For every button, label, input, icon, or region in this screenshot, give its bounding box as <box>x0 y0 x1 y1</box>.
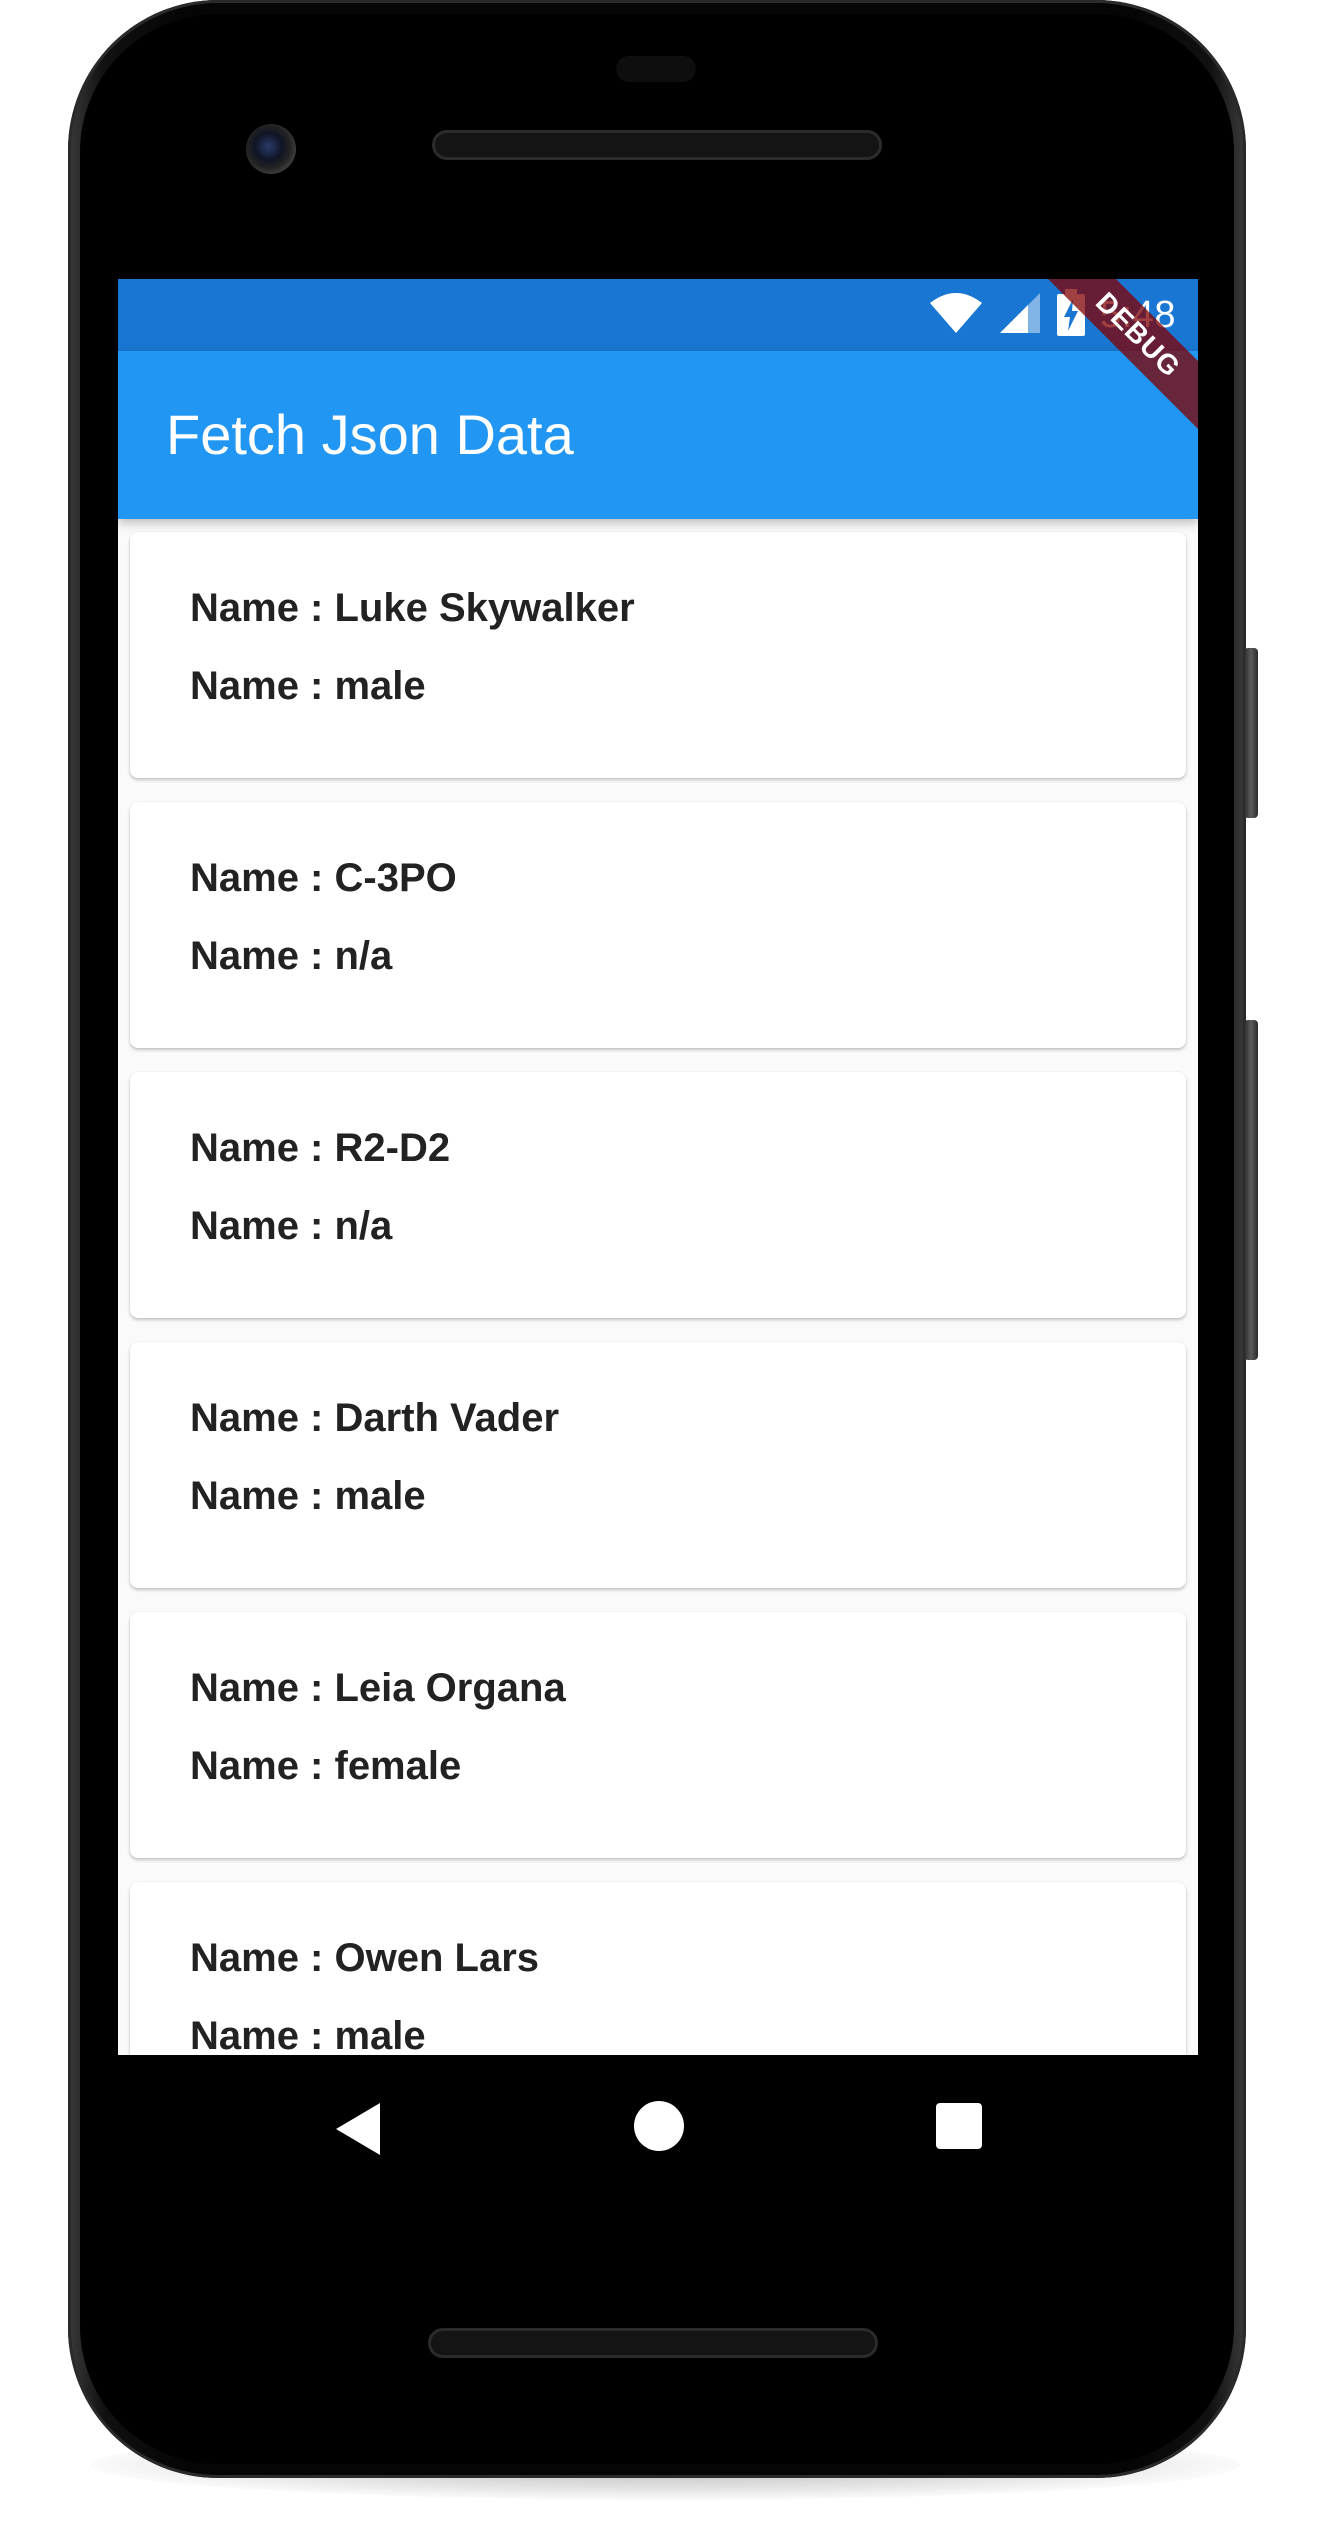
person-gender: Name : n/a <box>190 1204 393 1248</box>
person-gender: Name : male <box>190 664 426 708</box>
list-item[interactable]: Name : Leia Organa Name : female <box>130 1612 1186 1858</box>
app-title: Fetch Json Data <box>166 403 574 466</box>
person-name: Name : Luke Skywalker <box>190 586 635 630</box>
front-camera <box>246 124 296 174</box>
earpiece-speaker <box>432 130 882 160</box>
list-item[interactable]: Name : Owen Lars Name : male <box>130 1882 1186 2055</box>
status-bar: 5:48 <box>118 279 1198 351</box>
person-name: Name : Owen Lars <box>190 1936 540 1980</box>
person-gender: Name : male <box>190 1474 426 1518</box>
wifi-icon <box>928 291 984 340</box>
person-gender: Name : female <box>190 1744 462 1788</box>
cellular-signal-icon <box>998 291 1042 340</box>
proximity-sensor <box>616 56 696 82</box>
device-screen: 5:48 Fetch Json Data DEBUG Name : Luke S… <box>118 279 1198 2055</box>
app-bar: Fetch Json Data <box>118 351 1198 519</box>
power-button[interactable] <box>1244 648 1258 818</box>
recents-square-icon[interactable] <box>936 2103 982 2149</box>
list-item[interactable]: Name : C-3PO Name : n/a <box>130 802 1186 1048</box>
person-gender: Name : n/a <box>190 934 393 978</box>
list-item[interactable]: Name : R2-D2 Name : n/a <box>130 1072 1186 1318</box>
person-name: Name : Leia Organa <box>190 1666 566 1710</box>
stage: 5:48 Fetch Json Data DEBUG Name : Luke S… <box>0 0 1330 2532</box>
home-circle-icon[interactable] <box>634 2101 684 2151</box>
person-name: Name : Darth Vader <box>190 1396 560 1440</box>
bottom-speaker <box>428 2328 878 2358</box>
navigation-bar <box>118 2055 1198 2199</box>
list-item[interactable]: Name : Darth Vader Name : male <box>130 1342 1186 1588</box>
back-triangle-icon[interactable] <box>336 2103 380 2155</box>
volume-rocker[interactable] <box>1244 1020 1258 1360</box>
person-name: Name : R2-D2 <box>190 1126 451 1170</box>
list-item[interactable]: Name : Luke Skywalker Name : male <box>130 532 1186 778</box>
person-gender: Name : male <box>190 2014 426 2055</box>
person-name: Name : C-3PO <box>190 856 457 900</box>
